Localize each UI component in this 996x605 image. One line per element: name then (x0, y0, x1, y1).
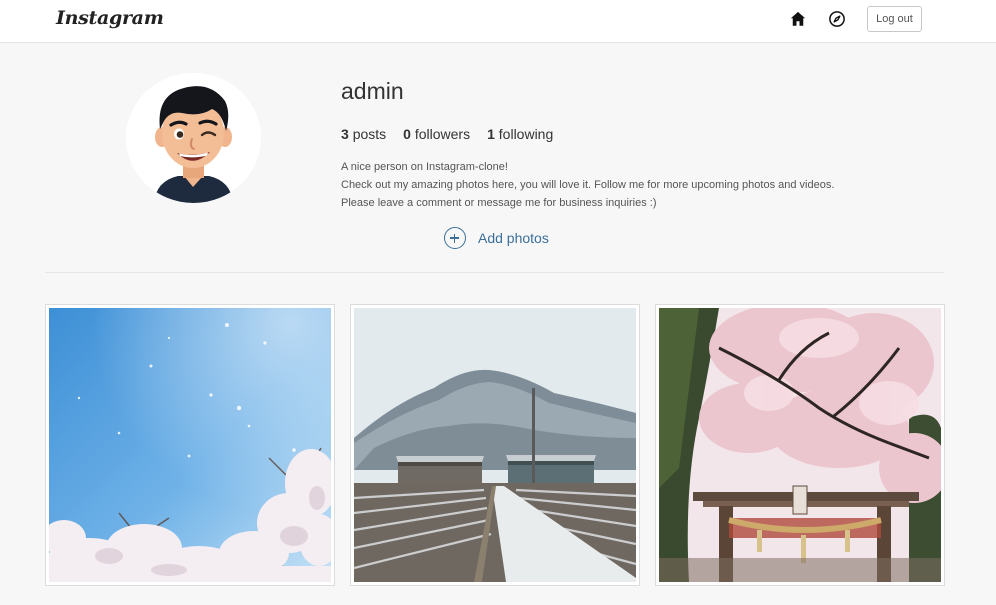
posts-stat: 3 posts (341, 126, 386, 142)
post-thumbnail[interactable] (350, 304, 640, 586)
posts-label: posts (352, 126, 387, 142)
instagram-logo[interactable]: Instagram (56, 7, 164, 29)
followers-label: followers (414, 126, 471, 142)
following-label: following (498, 126, 554, 142)
profile-username: admin (341, 78, 404, 104)
profile-avatar (126, 73, 261, 203)
logout-button[interactable]: Log out (867, 6, 922, 32)
profile-bio: A nice person on Instagram-clone! Check … (341, 158, 834, 212)
post-thumbnail[interactable] (45, 304, 335, 586)
followers-stat[interactable]: 0 followers (403, 126, 470, 142)
add-photos-label: Add photos (478, 230, 549, 246)
add-photos-button[interactable]: Add photos (444, 227, 549, 249)
followers-count: 0 (403, 126, 411, 142)
post-image (354, 308, 636, 582)
plus-circle-icon (444, 227, 466, 249)
following-count: 1 (487, 126, 495, 142)
bio-line: Check out my amazing photos here, you wi… (341, 179, 835, 191)
posts-count: 3 (341, 126, 349, 142)
home-icon[interactable] (789, 10, 807, 28)
post-image (49, 308, 331, 582)
post-image (659, 308, 941, 582)
top-navbar: Instagram Log out (0, 0, 996, 43)
following-stat[interactable]: 1 following (487, 126, 553, 142)
section-divider (45, 272, 944, 273)
post-thumbnail[interactable] (655, 304, 945, 586)
profile-stats: 3 posts 0 followers 1 following (341, 126, 570, 142)
bio-line: Please leave a comment or message me for… (341, 197, 657, 209)
compass-icon[interactable] (828, 10, 846, 28)
bio-line: A nice person on Instagram-clone! (341, 161, 508, 173)
